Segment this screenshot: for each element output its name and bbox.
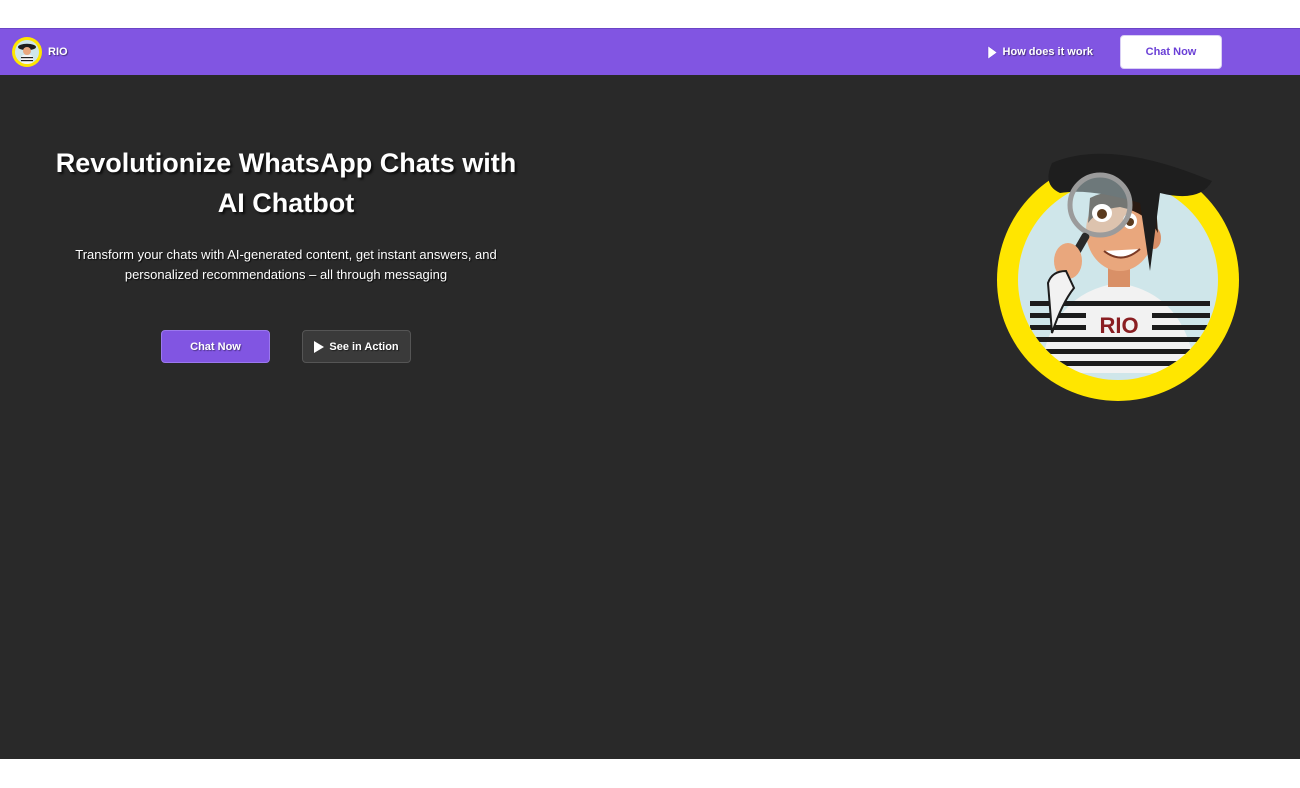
brand-logo[interactable]: RIO — [12, 37, 68, 67]
play-icon — [314, 340, 325, 353]
hero-subtitle-line2: personalized recommendations – all throu… — [124, 267, 448, 282]
detective-mascot-illustration: RIO — [990, 143, 1250, 403]
hero-section: Revolutionize WhatsApp Chats with AI Cha… — [0, 75, 1300, 759]
top-navbar: RIO How does it work Chat Now — [0, 28, 1300, 75]
mascot-avatar-icon — [12, 37, 42, 67]
hero-title-line2: AI Chatbot — [217, 188, 355, 218]
hero-chat-now-button[interactable]: Chat Now — [161, 330, 270, 363]
page: RIO How does it work Chat Now Revolution… — [0, 0, 1300, 788]
see-in-action-label: See in Action — [329, 340, 399, 353]
hero-title: Revolutionize WhatsApp Chats with AI Cha… — [40, 143, 532, 223]
hero-subtitle: Transform your chats with AI-generated c… — [40, 245, 532, 285]
see-in-action-button[interactable]: See in Action — [302, 330, 411, 363]
brand-name: RIO — [48, 46, 68, 58]
how-it-works-label: How does it work — [1002, 46, 1093, 58]
hero-subtitle-line1: Transform your chats with AI-generated c… — [75, 247, 497, 262]
hero-title-line1: Revolutionize WhatsApp Chats with — [55, 148, 517, 178]
nav-actions: How does it work Chat Now — [987, 35, 1222, 69]
nav-chat-now-button[interactable]: Chat Now — [1120, 35, 1222, 69]
bottom-strip — [0, 759, 1300, 788]
hero-text: Revolutionize WhatsApp Chats with AI Cha… — [40, 143, 532, 285]
mascot-shirt-text: RIO — [1099, 313, 1138, 338]
how-it-works-link[interactable]: How does it work — [987, 45, 1093, 60]
play-icon — [987, 45, 997, 59]
hero-buttons: Chat Now See in Action — [161, 330, 411, 363]
